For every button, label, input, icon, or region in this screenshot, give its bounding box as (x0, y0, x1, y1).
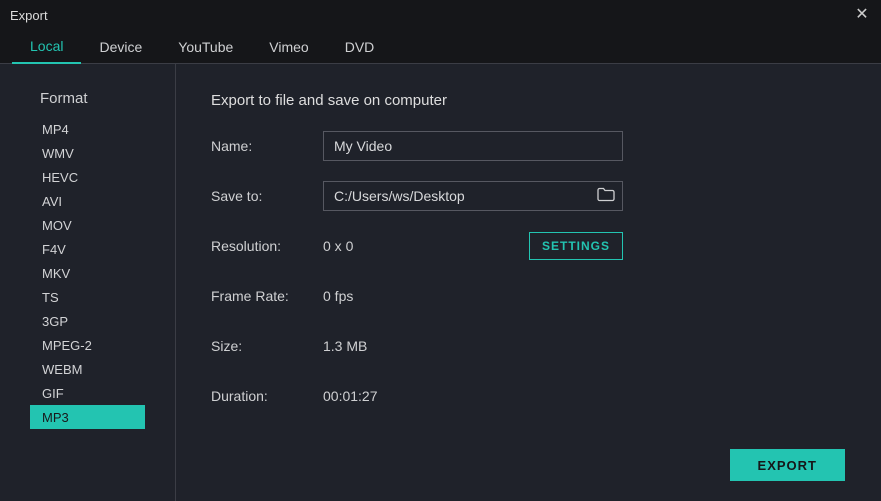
format-item-avi[interactable]: AVI (0, 189, 175, 213)
panel-subtitle: Export to file and save on computer (211, 92, 846, 109)
duration-label: Duration: (211, 388, 323, 404)
format-item-mkv[interactable]: MKV (0, 261, 175, 285)
format-item-webm[interactable]: WEBM (0, 357, 175, 381)
row-saveto: Save to: (211, 181, 846, 211)
framerate-label: Frame Rate: (211, 288, 323, 304)
export-button[interactable]: EXPORT (730, 449, 845, 481)
format-sidebar: Format MP4 WMV HEVC AVI MOV F4V MKV TS 3… (0, 64, 176, 501)
saveto-label: Save to: (211, 188, 323, 204)
tabs-bar: Local Device YouTube Vimeo DVD (0, 30, 881, 64)
format-item-3gp[interactable]: 3GP (0, 309, 175, 333)
close-icon[interactable]: ✕ (853, 6, 871, 24)
tab-local[interactable]: Local (12, 30, 81, 64)
tab-youtube[interactable]: YouTube (160, 30, 251, 64)
row-resolution: Resolution: 0 x 0 SETTINGS (211, 231, 623, 261)
format-item-mov[interactable]: MOV (0, 213, 175, 237)
format-header: Format (0, 90, 175, 107)
tab-device[interactable]: Device (81, 30, 160, 64)
titlebar: Export ✕ (0, 0, 881, 30)
duration-value: 00:01:27 (323, 388, 378, 404)
row-name: Name: (211, 131, 846, 161)
framerate-value: 0 fps (323, 288, 353, 304)
settings-button[interactable]: SETTINGS (529, 232, 623, 260)
format-item-ts[interactable]: TS (0, 285, 175, 309)
resolution-value: 0 x 0 (323, 238, 353, 254)
name-label: Name: (211, 138, 323, 154)
format-item-mpeg2[interactable]: MPEG-2 (0, 333, 175, 357)
saveto-input[interactable] (323, 181, 623, 211)
tab-vimeo[interactable]: Vimeo (251, 30, 326, 64)
row-duration: Duration: 00:01:27 (211, 381, 846, 411)
format-item-wmv[interactable]: WMV (0, 141, 175, 165)
format-item-hevc[interactable]: HEVC (0, 165, 175, 189)
format-item-f4v[interactable]: F4V (0, 237, 175, 261)
row-size: Size: 1.3 MB (211, 331, 846, 361)
saveto-input-wrap (323, 181, 623, 211)
body: Format MP4 WMV HEVC AVI MOV F4V MKV TS 3… (0, 64, 881, 501)
size-value: 1.3 MB (323, 338, 367, 354)
window-title: Export (10, 8, 48, 23)
tab-dvd[interactable]: DVD (327, 30, 393, 64)
resolution-label: Resolution: (211, 238, 323, 254)
format-item-mp3[interactable]: MP3 (30, 405, 145, 429)
name-input[interactable] (323, 131, 623, 161)
format-item-gif[interactable]: GIF (0, 381, 175, 405)
main-panel: Export to file and save on computer Name… (176, 64, 881, 501)
folder-icon[interactable] (597, 188, 615, 205)
row-framerate: Frame Rate: 0 fps (211, 281, 846, 311)
format-item-mp4[interactable]: MP4 (0, 117, 175, 141)
size-label: Size: (211, 338, 323, 354)
